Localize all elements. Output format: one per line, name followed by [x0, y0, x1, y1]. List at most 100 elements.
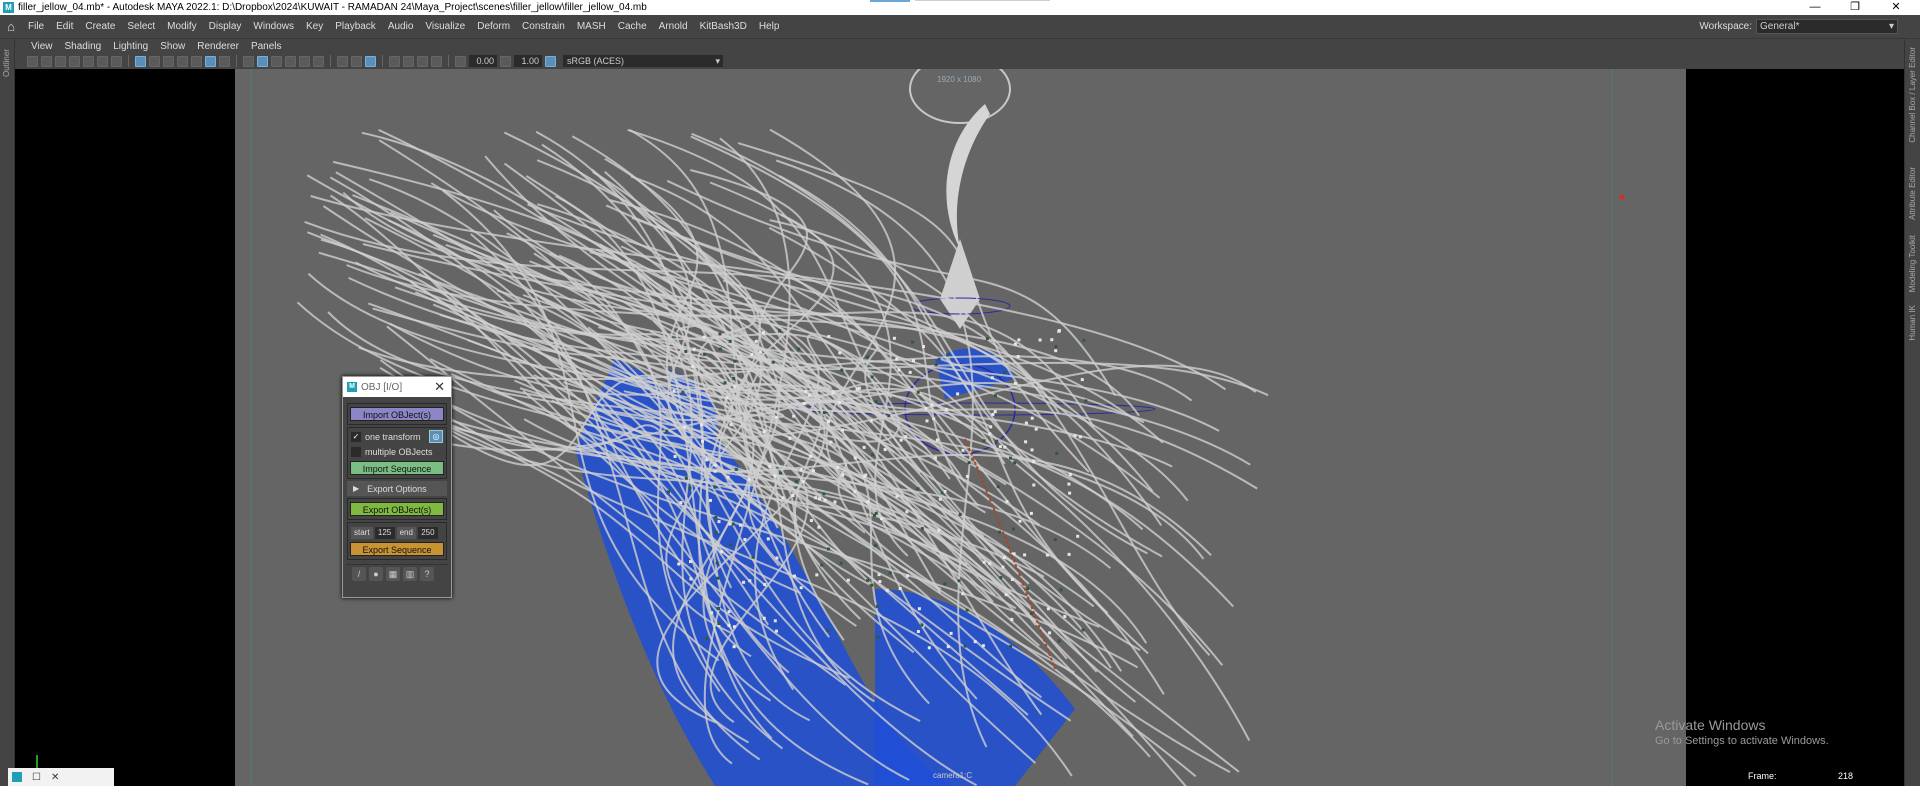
- menu-playback[interactable]: Playback: [329, 21, 382, 32]
- mesh-detail-dot: [883, 448, 887, 452]
- panel-menu-panels[interactable]: Panels: [245, 41, 288, 52]
- isolate-select-icon[interactable]: [389, 55, 400, 67]
- export-objects-button[interactable]: Export OBJect(s): [350, 502, 444, 516]
- lock-camera-icon[interactable]: [41, 55, 52, 67]
- ambient-occlusion-icon[interactable]: [337, 55, 348, 67]
- mesh-detail-dot: [963, 644, 967, 648]
- menu-edit[interactable]: Edit: [50, 21, 79, 32]
- trash-icon[interactable]: ▥: [403, 567, 417, 581]
- outliner-strip[interactable]: Outliner: [0, 39, 15, 786]
- wireframe-icon[interactable]: [243, 55, 254, 67]
- close-button[interactable]: ✕: [1876, 0, 1916, 15]
- home-icon[interactable]: ⌂: [0, 19, 22, 34]
- attribute-editor-tab[interactable]: Attribute Editor: [1908, 167, 1917, 220]
- exposure-field[interactable]: 0.00: [469, 55, 497, 67]
- perspective-viewport[interactable]: 1920 x 1080 camera1:C Activate Windows G…: [15, 69, 1904, 786]
- xray-icon[interactable]: [403, 55, 414, 67]
- one-transform-checkbox[interactable]: ✓: [351, 431, 361, 442]
- export-options-toggle[interactable]: ▶ Export Options: [347, 481, 447, 496]
- color-management-icon[interactable]: [545, 55, 556, 67]
- shadows-icon[interactable]: [313, 55, 324, 67]
- close-icon[interactable]: ✕: [434, 379, 445, 395]
- panel-menu-lighting[interactable]: Lighting: [107, 41, 154, 52]
- workspace-dropdown[interactable]: General* ▾: [1756, 19, 1898, 34]
- mesh-detail-dot: [775, 556, 779, 560]
- xray-joints-icon[interactable]: [417, 55, 428, 67]
- use-all-lights-icon[interactable]: [299, 55, 310, 67]
- film-gate-icon[interactable]: [149, 55, 160, 67]
- help-icon[interactable]: ?: [420, 567, 434, 581]
- motion-blur-icon[interactable]: [351, 55, 362, 67]
- select-camera-icon[interactable]: [27, 55, 38, 67]
- resolution-gate-icon[interactable]: [163, 55, 174, 67]
- gamma-icon[interactable]: [500, 55, 511, 67]
- panel-menu-renderer[interactable]: Renderer: [191, 41, 245, 52]
- mesh-detail-dot: [1004, 593, 1008, 597]
- panel-menu-view[interactable]: View: [25, 41, 59, 52]
- smooth-shade-icon[interactable]: [257, 55, 268, 67]
- menu-file[interactable]: File: [22, 21, 50, 32]
- image-plane-icon[interactable]: [83, 55, 94, 67]
- mesh-detail-dot: [701, 439, 704, 443]
- settings-icon[interactable]: ◎: [429, 430, 443, 443]
- anti-aliasing-icon[interactable]: [365, 55, 376, 67]
- grid-icon[interactable]: [135, 55, 146, 67]
- gate-mask-icon[interactable]: [177, 55, 188, 67]
- obj-window-header[interactable]: M OBJ [I/O] ✕: [343, 377, 451, 397]
- menu-windows[interactable]: Windows: [247, 21, 300, 32]
- menu-deform[interactable]: Deform: [471, 21, 516, 32]
- minimized-window[interactable]: ☐ ✕: [8, 768, 114, 786]
- xray-components-icon[interactable]: [431, 55, 442, 67]
- menu-modify[interactable]: Modify: [161, 21, 202, 32]
- checker-icon[interactable]: ▦: [386, 567, 400, 581]
- menu-audio[interactable]: Audio: [382, 21, 420, 32]
- import-sequence-button[interactable]: Import Sequence: [350, 461, 444, 475]
- safe-title-icon[interactable]: [219, 55, 230, 67]
- mesh-detail-dot: [725, 396, 729, 400]
- minimize-button[interactable]: —: [1795, 0, 1835, 15]
- exposure-icon[interactable]: [455, 55, 466, 67]
- color-space-dropdown[interactable]: sRGB (ACES) ▾: [563, 55, 723, 67]
- import-objects-button[interactable]: Import OBJect(s): [350, 407, 444, 421]
- safe-action-icon[interactable]: [205, 55, 216, 67]
- export-sequence-button[interactable]: Export Sequence: [350, 542, 444, 556]
- menu-visualize[interactable]: Visualize: [419, 21, 471, 32]
- close-icon[interactable]: ✕: [51, 772, 59, 783]
- bookmark-icon[interactable]: [69, 55, 80, 67]
- slash-tool-icon[interactable]: /: [352, 567, 366, 581]
- channel-box-tab[interactable]: Channel Box / Layer Editor: [1908, 47, 1917, 143]
- panel-menu-shading[interactable]: Shading: [59, 41, 108, 52]
- 2d-pan-zoom-icon[interactable]: [111, 55, 122, 67]
- menu-mash[interactable]: MASH: [571, 21, 612, 32]
- start-field[interactable]: 125: [374, 527, 395, 539]
- wireframe-on-shaded-icon[interactable]: [271, 55, 282, 67]
- gamma-field[interactable]: 1.00: [514, 55, 542, 67]
- panel-menu-show[interactable]: Show: [154, 41, 191, 52]
- mesh-detail-dot: [714, 516, 718, 519]
- field-chart-icon[interactable]: [191, 55, 202, 67]
- mesh-detail-dot: [814, 496, 818, 500]
- menu-kitbash3d[interactable]: KitBash3D: [694, 21, 753, 32]
- menu-create[interactable]: Create: [79, 21, 121, 32]
- menu-cache[interactable]: Cache: [612, 21, 653, 32]
- restore-icon[interactable]: ☐: [32, 772, 41, 783]
- textured-icon[interactable]: [285, 55, 296, 67]
- menu-display[interactable]: Display: [203, 21, 248, 32]
- grease-pencil-icon[interactable]: [97, 55, 108, 67]
- mesh-detail-dot: [732, 376, 736, 380]
- sphere-icon[interactable]: ●: [369, 567, 383, 581]
- menu-select[interactable]: Select: [121, 21, 161, 32]
- modeling-toolkit-tab[interactable]: Modeling Toolkit: [1908, 235, 1917, 292]
- human-ik-tab[interactable]: Human IK: [1908, 305, 1917, 341]
- menu-arnold[interactable]: Arnold: [653, 21, 694, 32]
- mesh-detail-dot: [943, 490, 947, 493]
- menu-help[interactable]: Help: [753, 21, 786, 32]
- mesh-detail-dot: [1005, 500, 1009, 504]
- end-field[interactable]: 250: [417, 527, 438, 539]
- multiple-objects-checkbox[interactable]: [351, 446, 361, 457]
- menu-constrain[interactable]: Constrain: [516, 21, 571, 32]
- menu-key[interactable]: Key: [300, 21, 329, 32]
- outliner-tab-label[interactable]: Outliner: [2, 49, 11, 77]
- restore-button[interactable]: ❐: [1835, 0, 1875, 15]
- camera-attributes-icon[interactable]: [55, 55, 66, 67]
